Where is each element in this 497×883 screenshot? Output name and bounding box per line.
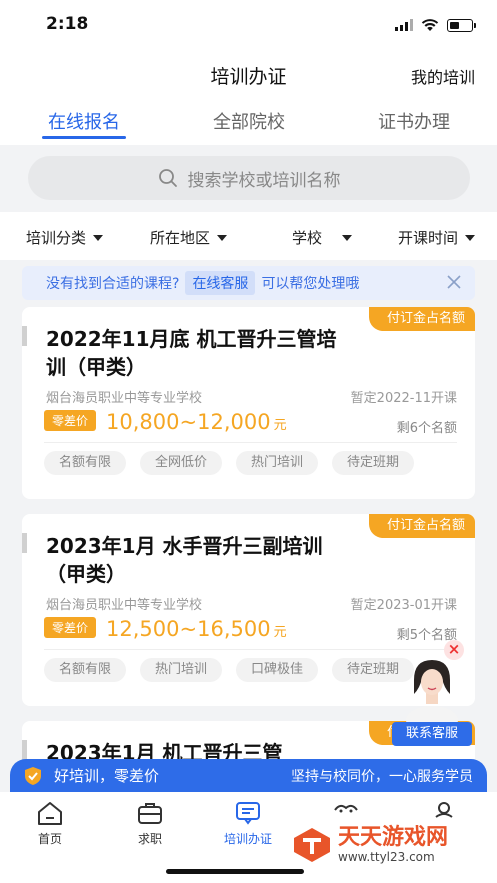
start-date: 暂定2023-01开课: [350, 598, 457, 613]
deposit-ribbon: 付订金占名额: [368, 514, 475, 538]
nav-home[interactable]: 首页: [10, 800, 90, 847]
tag: 口碑极佳: [236, 658, 319, 682]
filter-label: 开课时间: [398, 229, 459, 247]
tag-list: 名额有限 全网低价 热门培训 待定班期: [44, 451, 415, 475]
tag: 待定班期: [332, 451, 415, 475]
close-icon[interactable]: [445, 273, 463, 291]
price-range: 10,800~12,000: [106, 410, 271, 434]
zero-diff-badge: 零差价: [44, 617, 97, 638]
price-range: 12,500~16,500: [106, 617, 271, 641]
home-icon: [38, 802, 62, 825]
tag-list: 名额有限 热门培训 口碑极佳 待定班期: [44, 658, 415, 682]
app-header: 培训办证 我的培训: [0, 50, 497, 95]
watermark-url: www.ttyl23.com: [338, 850, 435, 864]
caret-down-icon: [93, 234, 104, 241]
price-row: 零差价 12,500~16,500 元: [44, 617, 287, 642]
nav-label: 首页: [37, 832, 62, 846]
course-card[interactable]: 付订金占名额 2022年11月底 机工晋升三管培训（甲类） 烟台海员职业中等专业…: [22, 307, 475, 499]
card-accent-bar: [22, 533, 27, 553]
caret-down-icon: [217, 234, 228, 241]
course-title: 2023年1月 水手晋升三副培训（甲类）: [46, 534, 323, 586]
filter-label: 培训分类: [26, 229, 87, 247]
search-input[interactable]: 搜索学校或培训名称: [28, 156, 470, 200]
user-icon: [435, 802, 453, 818]
promo-slogan: 好培训，零差价: [54, 767, 160, 785]
briefcase-icon: [138, 803, 162, 824]
filter-label: 所在地区: [150, 229, 211, 247]
top-tabs: 在线报名 全部院校 证书办理: [0, 95, 497, 145]
filter-region[interactable]: 所在地区: [150, 227, 228, 248]
watermark-brand: 天天游戏网: [338, 825, 449, 850]
close-icon[interactable]: ×: [444, 640, 464, 660]
caret-down-icon: [465, 234, 476, 241]
tab-certificate[interactable]: 证书办理: [344, 108, 484, 134]
floating-service-widget[interactable]: × 联系客服: [392, 640, 472, 746]
search-icon: [158, 169, 177, 187]
status-bar: 2:18: [0, 0, 497, 50]
school-name: 烟台海员职业中等专业学校: [46, 598, 203, 613]
filter-category[interactable]: 培训分类: [26, 227, 104, 248]
tab-all-schools[interactable]: 全部院校: [179, 108, 319, 134]
search-area: 搜索学校或培训名称: [0, 145, 497, 212]
notice-text: 可以帮您处理哦: [261, 276, 360, 292]
caret-down-icon: [342, 234, 353, 241]
school-name: 烟台海员职业中等专业学校: [46, 391, 203, 406]
battery-icon: [447, 18, 476, 32]
nav-training[interactable]: 培训办证: [208, 800, 288, 847]
tag: 热门培训: [140, 658, 223, 682]
promo-tagline: 坚持与校同价，一心服务学员: [291, 768, 473, 785]
deposit-ribbon: 付订金占名额: [368, 307, 475, 331]
home-indicator: [166, 869, 304, 874]
filter-label: 学校: [292, 229, 323, 247]
nav-jobs[interactable]: 求职: [110, 800, 190, 847]
active-tab-indicator: [42, 136, 126, 139]
divider: [44, 442, 457, 443]
nav-messages[interactable]: [306, 800, 386, 822]
customer-service-notice: 没有找到合适的课程? 在线客服 可以帮您处理哦: [22, 266, 475, 300]
watermark-text: 天天游戏网 www.ttyl23.com: [338, 825, 449, 865]
signal-icon: [395, 19, 413, 31]
wifi-icon: [421, 19, 439, 31]
course-title: 2022年11月底 机工晋升三管培训（甲类）: [46, 327, 337, 379]
tag: 全网低价: [140, 451, 223, 475]
nav-profile[interactable]: [404, 800, 484, 822]
zero-diff-badge: 零差价: [44, 410, 97, 431]
price-row: 零差价 10,800~12,000 元: [44, 410, 287, 435]
card-accent-bar: [22, 326, 27, 346]
service-agent-avatar: [406, 660, 458, 724]
status-time: 2:18: [46, 14, 89, 34]
tab-online-signup[interactable]: 在线报名: [14, 108, 154, 134]
my-training-link[interactable]: 我的培训: [411, 64, 475, 88]
nav-label: 培训办证: [223, 832, 272, 846]
status-icons: [395, 18, 476, 32]
filter-bar: 培训分类 所在地区 学校 开课时间: [0, 212, 497, 260]
start-date: 暂定2022-11开课: [350, 391, 457, 406]
watermark: 天天游戏网 www.ttyl23.com: [292, 826, 448, 864]
price-unit: 元: [273, 418, 287, 433]
online-service-link[interactable]: 在线客服: [185, 271, 256, 295]
message-icon: [334, 804, 358, 813]
filter-school[interactable]: 学校: [292, 227, 353, 248]
nav-label: 求职: [137, 832, 162, 846]
watermark-logo: [294, 828, 330, 862]
tag: 名额有限: [44, 451, 127, 475]
tag: 名额有限: [44, 658, 127, 682]
card-accent-bar: [22, 740, 27, 760]
shield-check-icon: [25, 766, 41, 785]
notice-text: 没有找到合适的课程?: [46, 276, 180, 292]
filter-start-time[interactable]: 开课时间: [398, 227, 476, 248]
remaining-seats: 剩6个名额: [396, 421, 457, 436]
price-unit: 元: [273, 625, 287, 640]
tag: 热门培训: [236, 451, 319, 475]
promo-banner: 好培训，零差价 坚持与校同价，一心服务学员: [10, 759, 487, 792]
contact-service-button[interactable]: 联系客服: [392, 722, 472, 746]
search-placeholder: 搜索学校或培训名称: [187, 170, 341, 191]
chat-board-icon: [236, 802, 260, 825]
